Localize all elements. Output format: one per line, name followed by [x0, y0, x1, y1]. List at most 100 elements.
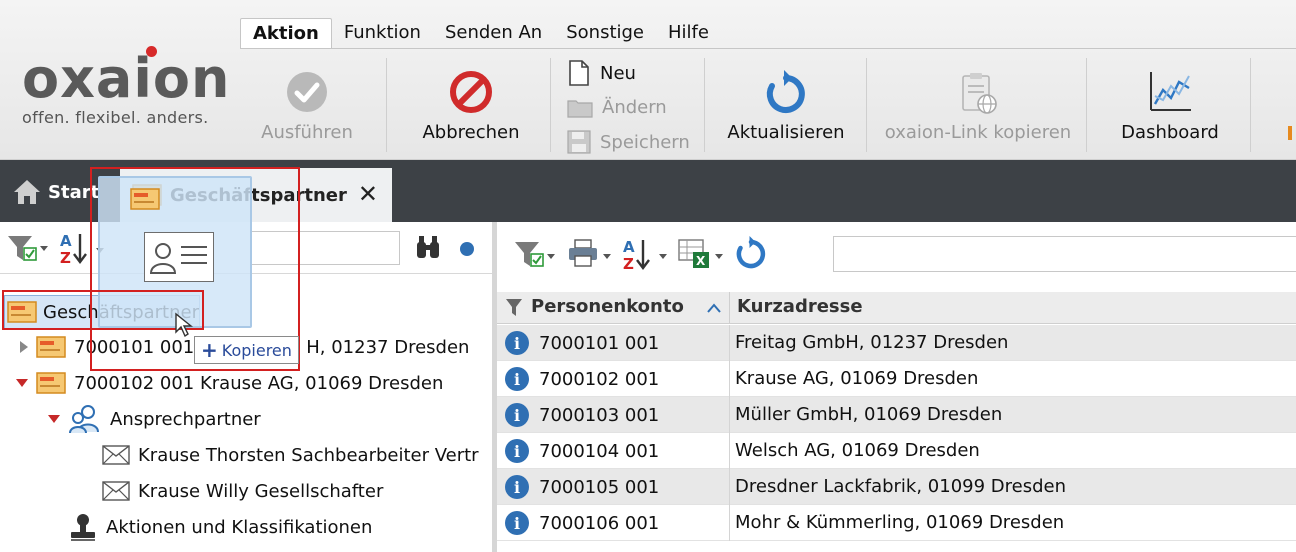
print-dropdown-icon[interactable]	[567, 238, 613, 270]
checkmark-icon	[287, 72, 327, 112]
ausfuehren-label: Ausführen	[261, 122, 353, 143]
cell-personenkonto: 7000105 001	[539, 476, 660, 498]
clipboard-globe-icon	[962, 73, 997, 114]
refresh-icon	[766, 70, 805, 113]
svg-text:X: X	[696, 254, 706, 268]
ausfuehren-button[interactable]: Ausführen	[250, 58, 364, 154]
ribbon: oxaion offen. flexibel. anders. Aktion F…	[0, 0, 1296, 160]
aendern-button[interactable]: Ändern	[566, 92, 667, 122]
speichern-label: Speichern	[600, 131, 690, 153]
cell-personenkonto: 7000101 001	[539, 332, 660, 354]
tab-start[interactable]: Start	[12, 178, 99, 206]
table-row[interactable]: i 7000103 001 Müller GmbH, 01069 Dresden	[497, 397, 1296, 433]
cell-personenkonto: 7000106 001	[539, 512, 660, 534]
collapse-arrow-icon[interactable]	[48, 415, 60, 423]
business-partner-card-icon	[36, 336, 66, 358]
sort-ascending-icon[interactable]	[707, 303, 721, 313]
abbrechen-label: Abbrechen	[422, 122, 520, 143]
new-document-icon	[569, 60, 589, 86]
close-tab-icon[interactable]: ✕	[358, 180, 378, 208]
envelope-icon	[102, 481, 130, 501]
binoculars-icon[interactable]	[414, 234, 442, 260]
info-icon[interactable]: i	[505, 331, 529, 355]
tree-item-label: 7000102 001 Krause AG, 01069 Dresden	[74, 372, 444, 394]
line-chart-icon	[1150, 72, 1191, 111]
refresh-icon[interactable]	[733, 236, 769, 272]
table-row[interactable]: i 7000104 001 Welsch AG, 01069 Dresden	[497, 433, 1296, 469]
menu-tab-aktion[interactable]: Aktion	[240, 18, 332, 49]
logo-word: oxaion	[22, 47, 231, 110]
neu-button[interactable]: Neu	[566, 58, 636, 88]
filter-icon	[506, 298, 522, 316]
copy-tooltip: + Kopieren	[194, 336, 299, 364]
logo-dot	[146, 46, 157, 57]
column-header-personenkonto[interactable]: Personenkonto	[505, 296, 684, 317]
cell-kurzadresse: Krause AG, 01069 Dresden	[735, 368, 979, 389]
tree-item-krause-thorsten[interactable]: Krause Thorsten Sachbearbeiter Vertr	[102, 440, 479, 470]
menu-tab-sonstige[interactable]: Sonstige	[554, 18, 656, 48]
info-icon[interactable]: i	[505, 511, 529, 535]
column-header-kurzadresse[interactable]: Kurzadresse	[737, 296, 863, 317]
grid-toolbar: A Z X	[497, 222, 1296, 290]
tree-item-aktionen[interactable]: Aktionen und Klassifikationen	[68, 512, 372, 542]
cell-personenkonto: 7000104 001	[539, 440, 660, 462]
info-icon[interactable]: i	[505, 367, 529, 391]
filter-dropdown-icon[interactable]	[513, 238, 557, 272]
cell-kurzadresse: Mohr & Kümmerling, 01069 Dresden	[735, 512, 1065, 533]
svg-text:A: A	[60, 232, 72, 250]
menu-tab-funktion[interactable]: Funktion	[332, 18, 433, 48]
cell-kurzadresse: Dresdner Lackfabrik, 01099 Dresden	[735, 476, 1066, 497]
tree-item-7000102[interactable]: 7000102 001 Krause AG, 01069 Dresden	[16, 368, 443, 398]
overflow-indicator	[1288, 126, 1292, 140]
speichern-button[interactable]: Speichern	[566, 127, 690, 157]
abbrechen-button[interactable]: Abbrechen	[414, 58, 528, 154]
mouse-cursor-icon	[175, 312, 193, 338]
tree-item-krause-willy[interactable]: Krause Willy Gesellschafter	[102, 476, 383, 506]
plus-icon: +	[201, 338, 218, 362]
menu-tabs: Aktion Funktion Senden An Sonstige Hilfe	[240, 18, 721, 49]
excel-export-dropdown-icon[interactable]: X	[677, 236, 725, 272]
menu-tab-senden-an[interactable]: Senden An	[433, 18, 554, 48]
menu-tab-hilfe[interactable]: Hilfe	[656, 18, 721, 48]
tree-item-label: Ansprechpartner	[110, 408, 261, 430]
cell-kurzadresse: Müller GmbH, 01069 Dresden	[735, 404, 1003, 425]
home-icon	[14, 180, 40, 204]
tree-item-label: Krause Thorsten Sachbearbeiter Vertr	[138, 444, 479, 466]
svg-text:A: A	[623, 238, 635, 256]
info-icon[interactable]: i	[505, 403, 529, 427]
status-dot-icon	[460, 242, 474, 256]
tree-item-ansprechpartner[interactable]: Ansprechpartner	[48, 404, 261, 434]
aktualisieren-label: Aktualisieren	[727, 122, 845, 143]
table-row[interactable]: i 7000101 001 Freitag GmbH, 01237 Dresden	[497, 325, 1296, 361]
oxaion-link-kopieren-label: oxaion-Link kopieren	[884, 122, 1072, 143]
envelope-icon	[102, 445, 130, 465]
aktualisieren-button[interactable]: Aktualisieren	[716, 58, 856, 154]
cell-personenkonto: 7000102 001	[539, 368, 660, 390]
tree-item-label-tail: H, 01237 Dresden	[306, 336, 470, 358]
logo-tagline: offen. flexibel. anders.	[22, 108, 209, 127]
expand-arrow-icon[interactable]	[20, 341, 28, 353]
dashboard-button[interactable]: Dashboard	[1100, 58, 1240, 154]
info-icon[interactable]: i	[505, 475, 529, 499]
table-row[interactable]: i 7000106 001 Mohr & Kümmerling, 01069 Dr…	[497, 505, 1296, 541]
svg-text:Z: Z	[60, 249, 71, 266]
filter-dropdown-icon[interactable]	[6, 232, 50, 264]
oxaion-link-kopieren-button[interactable]: oxaion-Link kopieren	[876, 58, 1080, 154]
cell-kurzadresse: Freitag GmbH, 01237 Dresden	[735, 332, 1009, 353]
svg-text:Z: Z	[623, 255, 634, 272]
table-row[interactable]: i 7000102 001 Krause AG, 01069 Dresden	[497, 361, 1296, 397]
oxaion-logo: oxaion offen. flexibel. anders.	[22, 46, 231, 127]
column-header-label: Personenkonto	[531, 296, 684, 317]
collapse-arrow-icon[interactable]	[16, 379, 28, 387]
cancel-icon	[450, 71, 492, 113]
tree-item-label: Krause Willy Gesellschafter	[138, 480, 384, 502]
dashboard-label: Dashboard	[1121, 122, 1219, 143]
contact-persons-icon	[69, 405, 99, 434]
info-icon[interactable]: i	[505, 439, 529, 463]
sort-az-dropdown-icon[interactable]: A Z	[621, 236, 671, 272]
table-row[interactable]: i 7000105 001 Dresdner Lackfabrik, 01099 …	[497, 469, 1296, 505]
neu-label: Neu	[600, 62, 636, 84]
copy-tooltip-label: Kopieren	[221, 340, 292, 360]
grid-search-input[interactable]	[833, 236, 1296, 272]
save-icon	[567, 130, 591, 154]
